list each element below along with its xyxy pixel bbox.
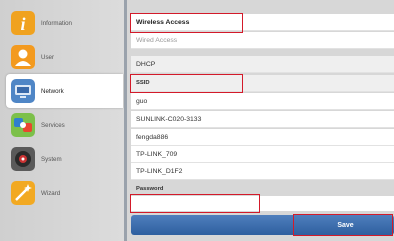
services-icon	[11, 113, 35, 137]
user-icon	[11, 45, 35, 69]
sidebar-item-user[interactable]: User	[6, 40, 123, 74]
sidebar-item-label: Information	[41, 19, 72, 27]
sidebar-item-information[interactable]: i Information	[6, 6, 123, 40]
mode-select[interactable]: DHCP	[131, 56, 394, 73]
sidebar-item-system[interactable]: System	[6, 142, 123, 176]
system-icon	[11, 147, 35, 171]
sidebar-item-label: User	[41, 53, 55, 61]
sidebar-item-network[interactable]: Network	[6, 74, 123, 108]
sidebar-item-label: System	[41, 155, 62, 163]
save-bar: Save	[131, 215, 394, 235]
sidebar-item-label: Network	[41, 87, 64, 95]
sidebar-item-services[interactable]: Services	[6, 108, 123, 142]
ssid-list-item[interactable]: TP-LINK_D1F2	[131, 163, 394, 180]
sidebar-item-wizard[interactable]: Wizard	[6, 176, 123, 210]
svg-text:i: i	[20, 14, 25, 34]
sidebar-item-label: Services	[41, 121, 65, 129]
password-label-row: Password	[131, 183, 394, 195]
ssid-list-item[interactable]: guo	[131, 93, 394, 110]
ssid-section-header: SSID	[131, 75, 394, 92]
ssid-list-item[interactable]: fengda886	[131, 129, 394, 146]
network-icon	[11, 79, 35, 103]
password-input[interactable]	[131, 196, 394, 211]
sidebar-item-label: Wizard	[41, 189, 61, 197]
save-button[interactable]: Save	[297, 215, 394, 235]
network-settings-panel: Wireless Access Wired Access DHCP SSID g…	[127, 0, 394, 241]
tab-wireless-access[interactable]: Wireless Access	[131, 14, 394, 31]
sidebar: i Information User Network Services Syst…	[0, 0, 124, 241]
ssid-list-item[interactable]: SUNLINK-C020-3133	[131, 111, 394, 128]
info-icon: i	[11, 11, 35, 35]
password-label: Password	[136, 186, 164, 192]
tab-wired-access[interactable]: Wired Access	[131, 32, 394, 49]
wizard-icon	[11, 181, 35, 205]
ssid-list-item[interactable]: TP-LINK_709	[131, 146, 394, 163]
ssid-label: SSID	[136, 80, 150, 86]
